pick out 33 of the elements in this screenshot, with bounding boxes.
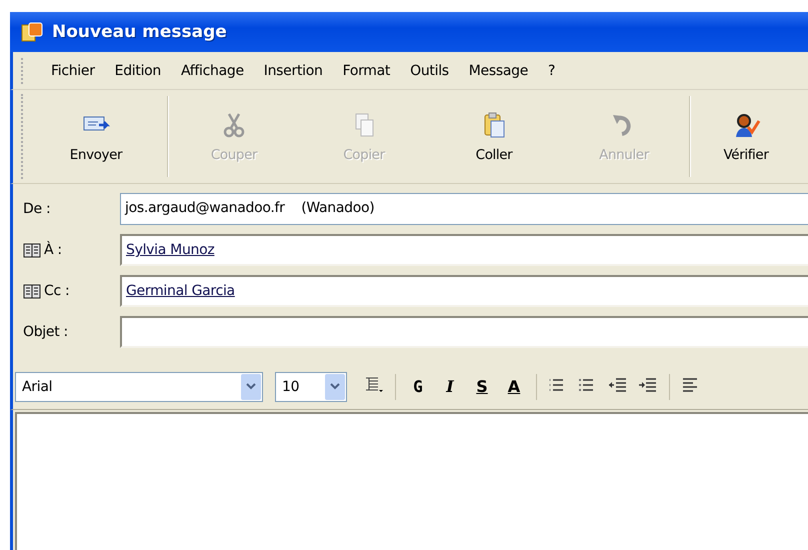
field-label: Objet : [23,324,68,340]
font-dropdown[interactable]: Arial [15,372,263,402]
paste-button[interactable]: Coller [429,90,559,183]
subject-field[interactable] [120,316,808,348]
field-label: Cc : [44,283,70,299]
indent-icon[interactable] [638,376,658,394]
app-icon [20,21,44,43]
italic-button[interactable]: I [437,372,463,400]
outdent-icon[interactable] [608,376,628,394]
address-book-icon[interactable] [23,284,41,298]
message-body-field[interactable] [15,412,808,550]
address-book-icon[interactable] [23,242,41,258]
cc-field[interactable]: Germinal Garcia [120,275,808,307]
send-button[interactable]: Envoyer [25,90,167,183]
menu-item[interactable]: Affichage [171,62,254,78]
menu-item[interactable]: Message [458,62,538,78]
check-button[interactable]: Vérifier [691,90,801,183]
menu-item[interactable]: Insertion [254,62,333,78]
paragraph-style-icon[interactable] [364,376,384,394]
color-button[interactable]: A [501,372,527,400]
to-field[interactable]: Sylvia Munoz [120,234,808,266]
menu-item[interactable]: Outils [400,62,459,78]
window-title: Nouveau message [52,22,227,42]
size-dropdown[interactable]: 10 [275,372,347,402]
menu-item[interactable]: Fichier [41,62,105,78]
from-field[interactable]: jos.argaud@wanadoo.fr (Wanadoo) [120,193,808,225]
menu-item[interactable]: ? [538,62,566,78]
menu-item[interactable]: Edition [104,62,171,78]
field-label: À : [44,242,62,258]
menu-item[interactable]: Format [332,62,400,78]
bold-button[interactable]: G [405,372,431,400]
field-label: De : [23,201,50,217]
underline-button[interactable]: S [469,372,495,400]
